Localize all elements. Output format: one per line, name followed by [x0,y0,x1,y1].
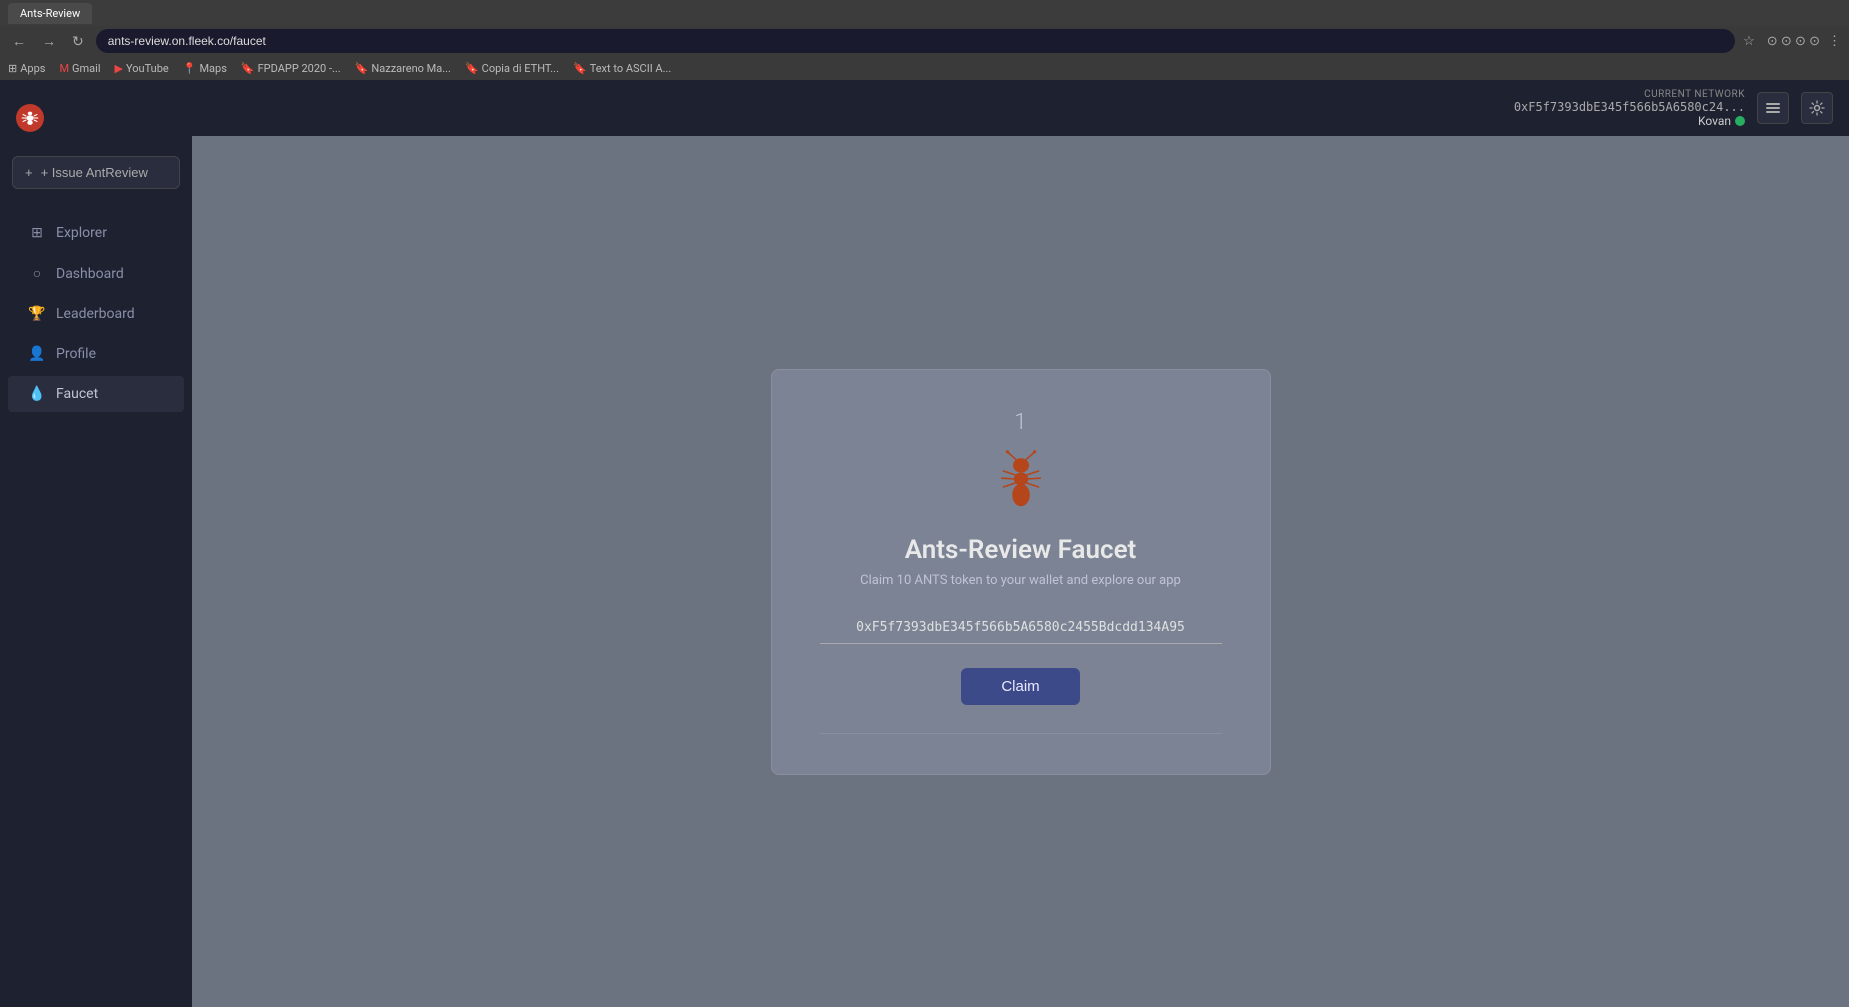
bookmark-icon-1: 🔖 [241,62,255,75]
bookmark-icon-3: 🔖 [465,62,479,75]
card-divider [820,733,1222,734]
forward-button[interactable]: → [38,31,60,51]
back-button[interactable]: ← [8,31,30,51]
gmail-icon: M [59,62,69,75]
plus-icon: + [25,165,33,180]
profile-icon: 👤 [28,346,46,362]
faucet-title: Ants-Review Faucet [905,535,1137,565]
bookmark-icon-2: 🔖 [355,62,369,75]
settings-icon [1809,100,1825,116]
ant-logo-icon [19,107,41,129]
sidebar-item-leaderboard[interactable]: 🏆 Leaderboard [8,296,184,332]
bookmark-apps[interactable]: ⊞ Apps [8,62,45,75]
issue-antreview-button[interactable]: + + Issue AntReview [12,156,180,189]
faucet-wrapper: 1 [192,136,1849,1007]
browser-toolbar: ← → ↻ ☆ ⊙ ⊙ ⊙ ⊙ ⋮ [0,26,1849,56]
browser-tabs: Ants-Review [0,0,1849,26]
step-number: 1 [1014,410,1026,435]
sidebar: + + Issue AntReview ⊞ Explorer ○ Dashboa… [0,80,192,1007]
bookmark-maps[interactable]: 📍 Maps [183,62,227,75]
wallet-address-display: 0xF5f7393dbE345f566b5A6580c24... [1514,100,1745,114]
more-icon[interactable]: ⋮ [1828,34,1841,49]
browser-tab[interactable]: Ants-Review [8,3,92,24]
claim-button[interactable]: Claim [961,668,1079,705]
settings-icon-button[interactable] [1801,92,1833,124]
bookmark-gmail[interactable]: M Gmail [59,62,100,75]
apps-icon: ⊞ [8,62,17,75]
ant-icon-container [981,443,1061,527]
network-info: CURRENT NETWORK 0xF5f7393dbE345f566b5A65… [1514,89,1745,128]
bookmark-youtube[interactable]: ▶ YouTube [115,62,169,75]
faucet-subtitle: Claim 10 ANTS token to your wallet and e… [860,573,1181,588]
ant-illustration [981,443,1061,523]
bookmark-nazzareno[interactable]: 🔖 Nazzareno Ma... [355,62,451,75]
app-container: + + Issue AntReview ⊞ Explorer ○ Dashboa… [0,80,1849,1007]
dashboard-icon: ○ [28,265,46,282]
wallet-address-input[interactable] [820,612,1222,644]
youtube-icon: ▶ [115,62,123,75]
leaderboard-icon: 🏆 [28,306,46,322]
sidebar-item-dashboard[interactable]: ○ Dashboard [8,255,184,292]
faucet-icon: 💧 [28,386,46,402]
sidebar-item-explorer[interactable]: ⊞ Explorer [8,215,184,251]
bookmark-fpdapp[interactable]: 🔖 FPDAPP 2020 -... [241,62,341,75]
url-bar[interactable] [96,29,1735,53]
explorer-icon: ⊞ [28,225,46,241]
network-name: Kovan [1698,114,1745,128]
list-icon-button[interactable] [1757,92,1789,124]
bookmark-icon-4: 🔖 [573,62,587,75]
reload-button[interactable]: ↻ [68,31,88,52]
bookmarks-bar: ⊞ Apps M Gmail ▶ YouTube 📍 Maps 🔖 FPDAPP… [0,56,1849,80]
bookmark-text-ascii[interactable]: 🔖 Text to ASCII A... [573,62,671,75]
app-header: CURRENT NETWORK 0xF5f7393dbE345f566b5A65… [192,80,1849,136]
list-icon [1765,100,1781,116]
app-logo [16,104,44,132]
star-icon[interactable]: ☆ [1743,34,1755,49]
sidebar-item-faucet[interactable]: 💧 Faucet [8,376,184,412]
faucet-card: 1 [771,369,1271,775]
maps-icon: 📍 [183,62,197,75]
sidebar-item-profile[interactable]: 👤 Profile [8,336,184,372]
network-status-dot [1735,116,1745,126]
main-content: CURRENT NETWORK 0xF5f7393dbE345f566b5A65… [192,80,1849,1007]
network-label: CURRENT NETWORK [1644,89,1745,100]
sidebar-logo [0,96,192,156]
browser-chrome: Ants-Review ← → ↻ ☆ ⊙ ⊙ ⊙ ⊙ ⋮ [0,0,1849,56]
bookmark-copia[interactable]: 🔖 Copia di ETHT... [465,62,559,75]
extension-icons: ⊙ ⊙ ⊙ ⊙ [1767,34,1820,49]
